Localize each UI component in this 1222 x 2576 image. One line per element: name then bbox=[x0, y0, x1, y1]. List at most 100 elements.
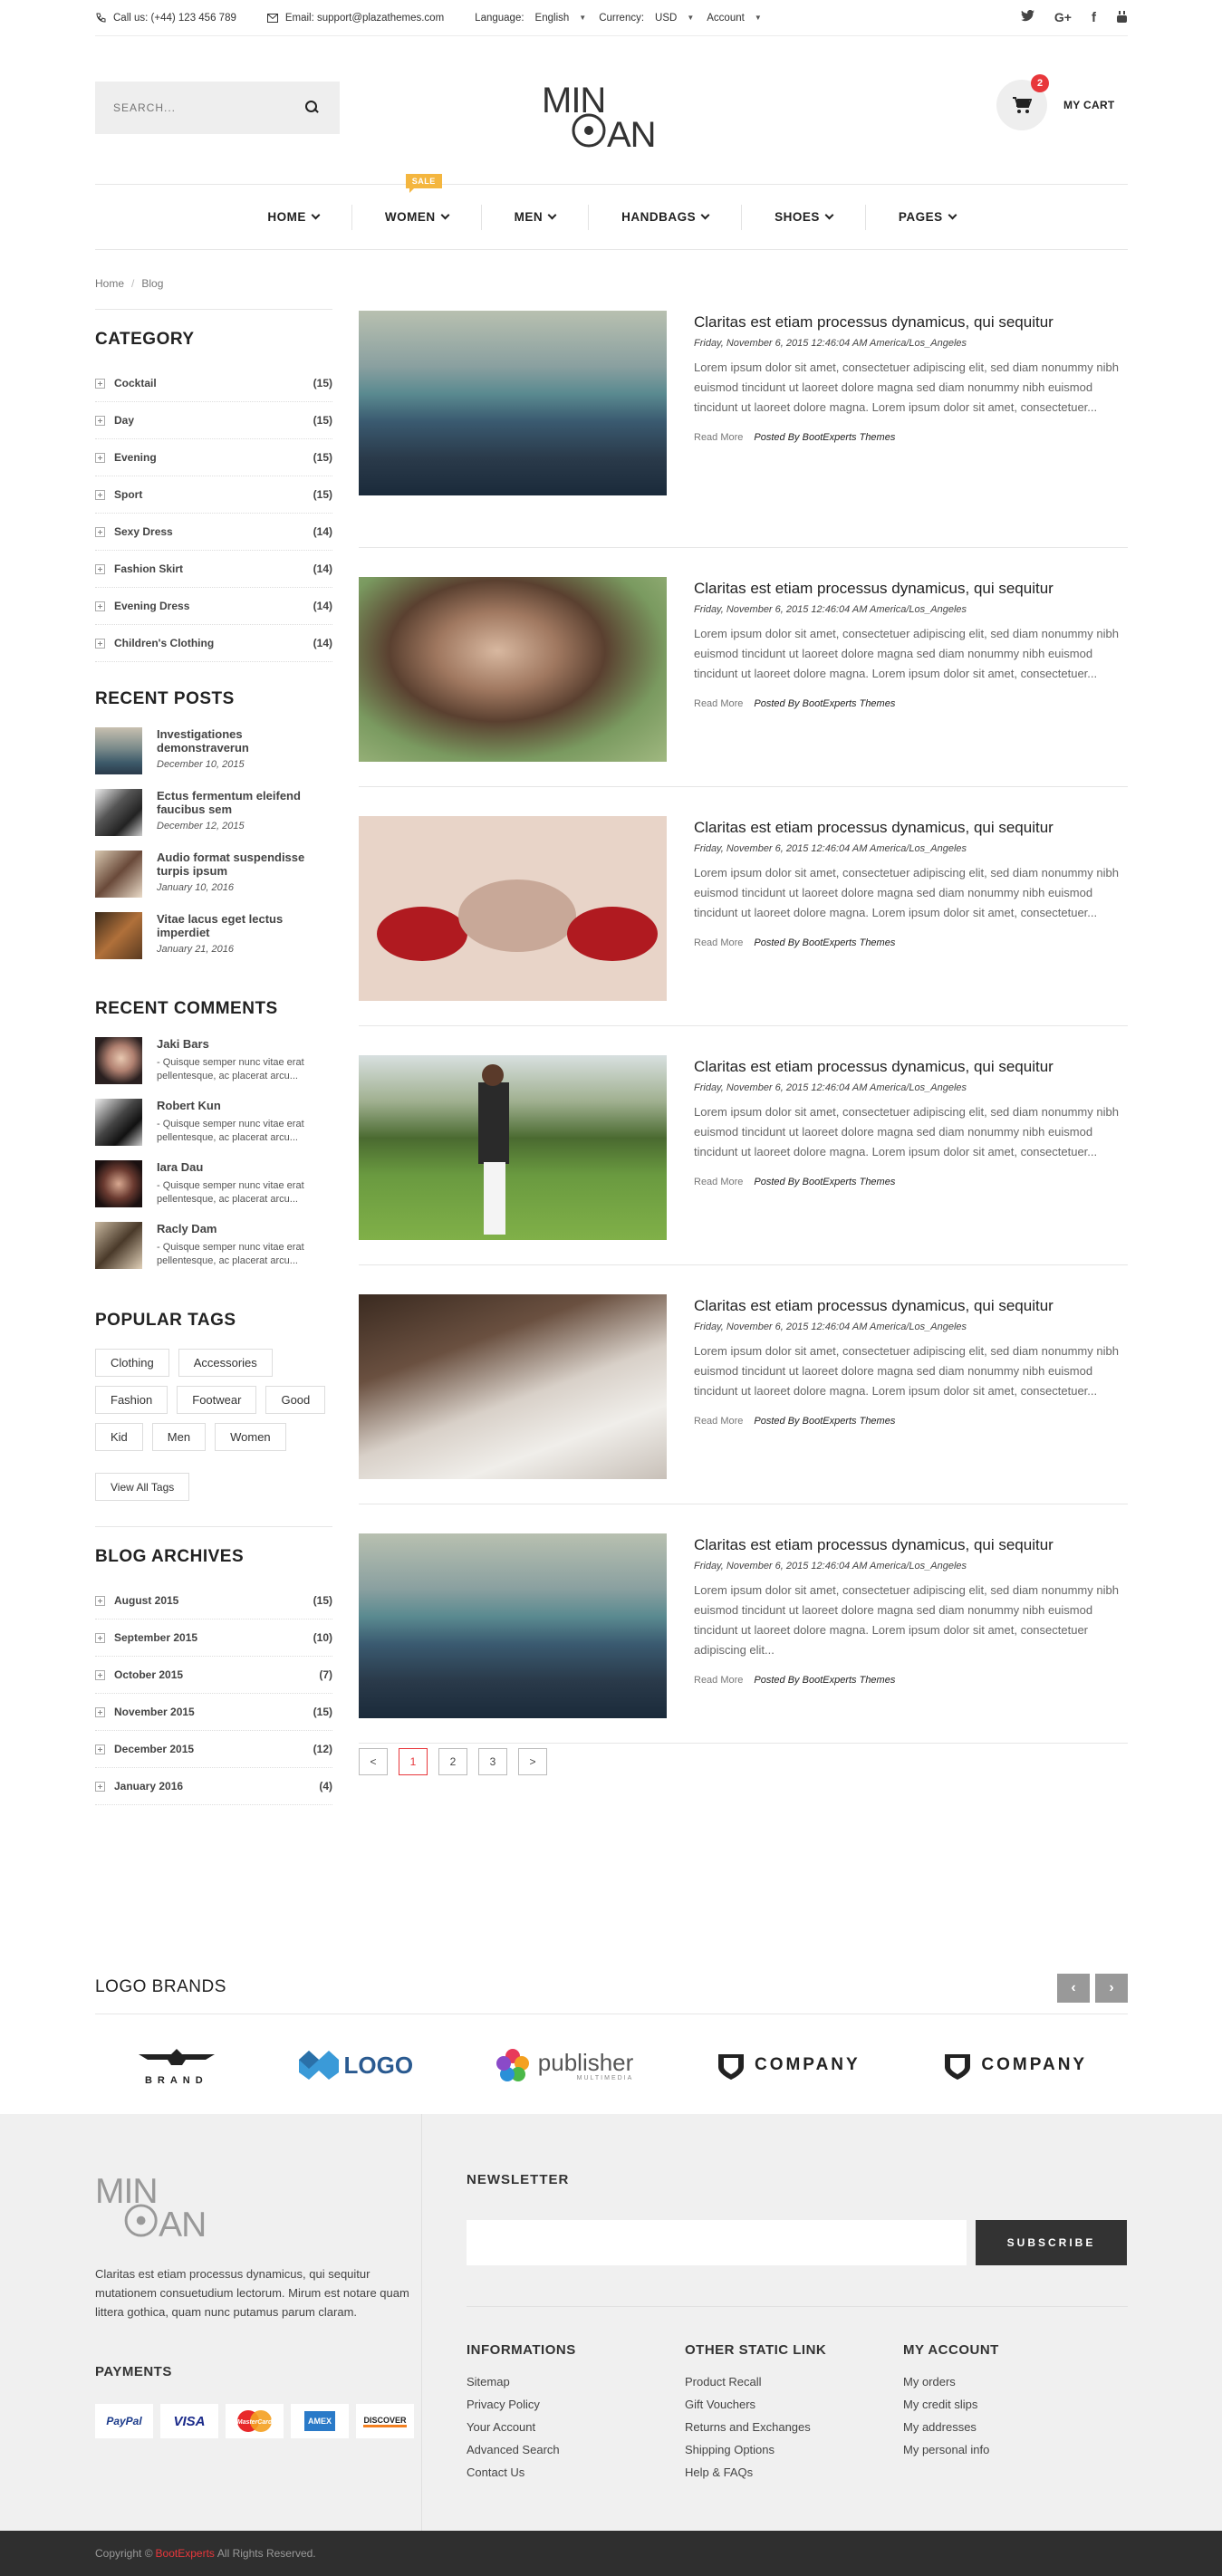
page-1-button[interactable]: 1 bbox=[399, 1748, 428, 1775]
facebook-icon[interactable]: f bbox=[1092, 10, 1096, 25]
tag[interactable]: Accessories bbox=[178, 1349, 273, 1377]
archive-item[interactable]: November 2015 (15) bbox=[95, 1694, 332, 1731]
footer-link[interactable]: My credit slips bbox=[903, 2393, 999, 2416]
cart-widget[interactable]: 2 MY CART bbox=[996, 74, 1115, 130]
twitter-icon[interactable] bbox=[1020, 10, 1034, 22]
post-title[interactable]: Claritas est etiam processus dynamicus, … bbox=[694, 312, 1120, 332]
archive-item[interactable]: January 2016 (4) bbox=[95, 1768, 332, 1805]
currency-selector[interactable]: Currency: USD ▼ bbox=[599, 13, 694, 24]
archive-item[interactable]: September 2015 (10) bbox=[95, 1620, 332, 1657]
footer-link[interactable]: Product Recall bbox=[685, 2370, 826, 2393]
post-title[interactable]: Ectus fermentum eleifend faucibus sem bbox=[157, 789, 332, 816]
tag[interactable]: Kid bbox=[95, 1423, 143, 1451]
subscribe-button[interactable]: SUBSCRIBE bbox=[976, 2220, 1127, 2265]
footer-link[interactable]: Shipping Options bbox=[685, 2438, 826, 2461]
view-all-tags-button[interactable]: View All Tags bbox=[95, 1473, 190, 1501]
category-item[interactable]: Evening (15) bbox=[95, 439, 332, 476]
page-3-button[interactable]: 3 bbox=[478, 1748, 507, 1775]
comment-author[interactable]: Jaki Bars bbox=[157, 1037, 332, 1051]
post-image[interactable] bbox=[359, 1294, 667, 1479]
tag[interactable]: Men bbox=[151, 1423, 207, 1451]
brand-logo[interactable]: publisher MULTIMEDIA bbox=[495, 2047, 633, 2083]
footer-link[interactable]: Advanced Search bbox=[467, 2438, 576, 2461]
footer-link[interactable]: Contact Us bbox=[467, 2461, 576, 2484]
tag[interactable]: Footwear bbox=[177, 1386, 257, 1414]
read-more-link[interactable]: Read More bbox=[694, 1177, 743, 1187]
cart-label[interactable]: MY CART bbox=[1063, 99, 1115, 111]
recent-post[interactable]: Ectus fermentum eleifend faucibus sem Dec… bbox=[95, 789, 332, 851]
read-more-link[interactable]: Read More bbox=[694, 937, 743, 948]
currency-value[interactable]: USD bbox=[655, 13, 677, 24]
account-menu[interactable]: Account ▼ bbox=[707, 13, 761, 24]
comment-item[interactable]: Jaki Bars - Quisque semper nunc vitae era… bbox=[95, 1037, 332, 1099]
category-item[interactable]: Fashion Skirt (14) bbox=[95, 551, 332, 588]
category-item[interactable]: Sport (15) bbox=[95, 476, 332, 514]
footer-link[interactable]: My personal info bbox=[903, 2438, 999, 2461]
post-image[interactable] bbox=[359, 1533, 667, 1718]
brand-prev-button[interactable]: ‹ bbox=[1057, 1974, 1090, 2003]
archive-item[interactable]: October 2015 (7) bbox=[95, 1657, 332, 1694]
comment-author[interactable]: Iara Dau bbox=[157, 1160, 332, 1174]
brand-logo[interactable]: LOGO bbox=[298, 2049, 413, 2081]
footer-link[interactable]: My orders bbox=[903, 2370, 999, 2393]
footer-link[interactable]: Your Account bbox=[467, 2416, 576, 2438]
footer-link[interactable]: Privacy Policy bbox=[467, 2393, 576, 2416]
tag[interactable]: Fashion bbox=[95, 1386, 168, 1414]
footer-link[interactable]: Returns and Exchanges bbox=[685, 2416, 826, 2438]
comment-item[interactable]: Racly Dam - Quisque semper nunc vitae era… bbox=[95, 1222, 332, 1283]
footer-logo[interactable]: MIN AN bbox=[95, 2168, 231, 2241]
brand-logo[interactable]: COMPANY bbox=[715, 2049, 861, 2081]
tag[interactable]: Women bbox=[215, 1423, 286, 1451]
recent-post[interactable]: Vitae lacus eget lectus imperdiet January… bbox=[95, 912, 332, 974]
language-value[interactable]: English bbox=[535, 13, 570, 24]
brand-logo[interactable]: COMPANY bbox=[941, 2049, 1087, 2081]
footer-link[interactable]: My addresses bbox=[903, 2416, 999, 2438]
prev-page-button[interactable]: < bbox=[359, 1748, 388, 1775]
post-title[interactable]: Claritas est etiam processus dynamicus, … bbox=[694, 818, 1120, 838]
tag[interactable]: Clothing bbox=[95, 1349, 169, 1377]
post-image[interactable] bbox=[359, 816, 667, 1001]
post-image[interactable] bbox=[359, 311, 667, 495]
category-item[interactable]: Cocktail (15) bbox=[95, 365, 332, 402]
nav-women[interactable]: SALE WOMEN bbox=[352, 173, 482, 230]
account-label[interactable]: Account bbox=[707, 13, 745, 24]
post-image[interactable] bbox=[359, 577, 667, 762]
read-more-link[interactable]: Read More bbox=[694, 432, 743, 443]
newsletter-email-input[interactable] bbox=[467, 2220, 967, 2265]
read-more-link[interactable]: Read More bbox=[694, 1675, 743, 1686]
recent-post[interactable]: Investigationes demonstraverun December 1… bbox=[95, 727, 332, 789]
post-title[interactable]: Investigationes demonstraverun bbox=[157, 727, 332, 755]
google-plus-icon[interactable]: G+ bbox=[1054, 10, 1072, 25]
comment-author[interactable]: Racly Dam bbox=[157, 1222, 332, 1235]
read-more-link[interactable]: Read More bbox=[694, 1416, 743, 1427]
post-title[interactable]: Claritas est etiam processus dynamicus, … bbox=[694, 579, 1120, 599]
page-2-button[interactable]: 2 bbox=[438, 1748, 467, 1775]
post-title[interactable]: Claritas est etiam processus dynamicus, … bbox=[694, 1535, 1120, 1555]
category-item[interactable]: Children's Clothing (14) bbox=[95, 625, 332, 662]
brand-logo[interactable]: BRAND bbox=[136, 2045, 217, 2086]
search-icon[interactable] bbox=[303, 99, 322, 117]
language-selector[interactable]: Language: English ▼ bbox=[475, 13, 586, 24]
youtube-icon[interactable] bbox=[1116, 10, 1128, 24]
comment-item[interactable]: Iara Dau - Quisque semper nunc vitae erat… bbox=[95, 1160, 332, 1222]
recent-post[interactable]: Audio format suspendisse turpis ipsum Jan… bbox=[95, 851, 332, 912]
brand-next-button[interactable]: › bbox=[1095, 1974, 1128, 2003]
tag[interactable]: Good bbox=[265, 1386, 326, 1414]
search-input[interactable] bbox=[113, 101, 303, 114]
nav-pages[interactable]: PAGES bbox=[866, 205, 988, 230]
post-thumbnail[interactable] bbox=[95, 912, 142, 959]
nav-handbags[interactable]: HANDBAGS bbox=[589, 204, 743, 230]
footer-link[interactable]: Help & FAQs bbox=[685, 2461, 826, 2484]
post-title[interactable]: Claritas est etiam processus dynamicus, … bbox=[694, 1057, 1120, 1077]
site-logo[interactable]: MIN AN bbox=[542, 78, 681, 150]
post-title[interactable]: Claritas est etiam processus dynamicus, … bbox=[694, 1296, 1120, 1316]
footer-link[interactable]: Sitemap bbox=[467, 2370, 576, 2393]
post-thumbnail[interactable] bbox=[95, 851, 142, 898]
breadcrumb-home[interactable]: Home bbox=[95, 277, 124, 290]
archive-item[interactable]: August 2015 (15) bbox=[95, 1582, 332, 1620]
footer-link[interactable]: Gift Vouchers bbox=[685, 2393, 826, 2416]
nav-shoes[interactable]: SHOES bbox=[742, 204, 866, 230]
post-image[interactable] bbox=[359, 1055, 667, 1240]
category-item[interactable]: Evening Dress (14) bbox=[95, 588, 332, 625]
post-thumbnail[interactable] bbox=[95, 789, 142, 836]
